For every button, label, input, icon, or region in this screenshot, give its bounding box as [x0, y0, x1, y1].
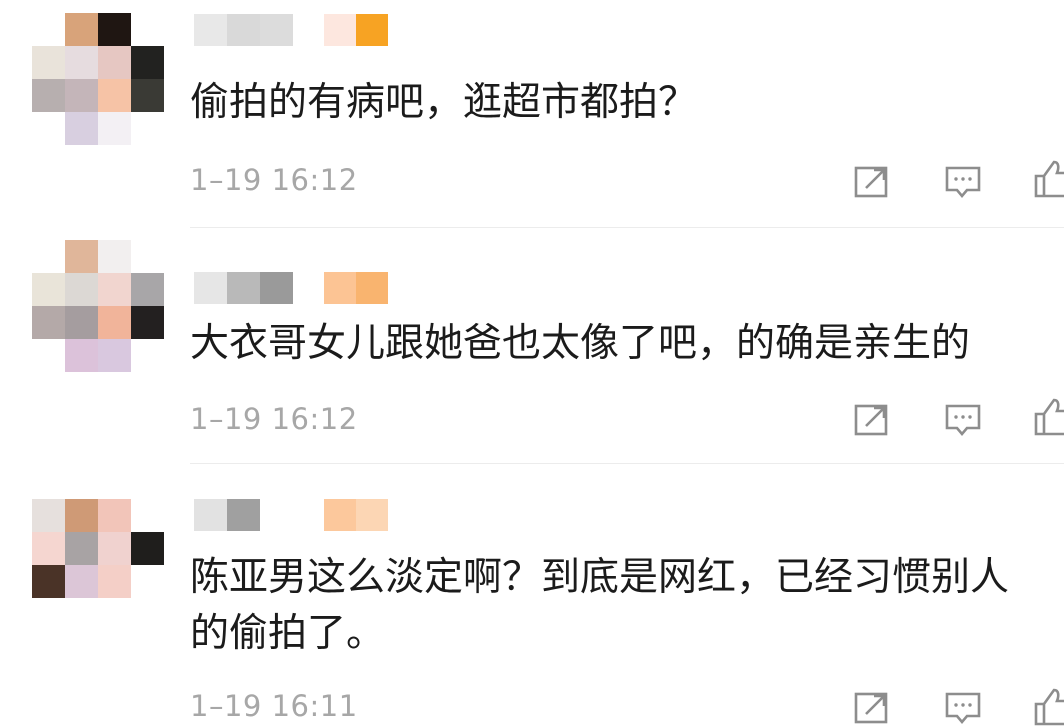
avatar-pixel [32, 565, 65, 598]
member-badge [324, 272, 388, 304]
username-pixel [194, 499, 227, 531]
comment-text: 偷拍的有病吧，逛超市都拍？ [190, 80, 698, 125]
badge-pixel [356, 14, 388, 46]
avatar-pixel [32, 532, 65, 565]
comment-item: 偷拍的有病吧，逛超市都拍？ 1–19 16:12 [0, 0, 1064, 228]
username-redacted[interactable] [194, 272, 293, 304]
avatar-pixel [131, 565, 164, 598]
avatar-pixel [32, 273, 65, 306]
comment-text: 陈亚男这么淡定啊？到底是网红，已经习惯别人 的偷拍了。 [190, 555, 1010, 656]
avatar-pixel [131, 499, 164, 532]
avatar-pixel [65, 339, 98, 372]
avatar-pixel [65, 240, 98, 273]
badge-pixel [324, 499, 356, 531]
avatar-pixel [131, 79, 164, 112]
avatar-pixel [65, 306, 98, 339]
comment-item: 大衣哥女儿跟她爸也太像了吧，的确是亲生的 1–19 16:12 [0, 228, 1064, 464]
badge-pixel [356, 499, 388, 531]
avatar-pixel [131, 273, 164, 306]
avatar-pixel [98, 306, 131, 339]
thumbs-up-icon[interactable] [1032, 686, 1064, 726]
avatar-pixel [32, 499, 65, 532]
comment-timestamp: 1–19 16:11 [190, 689, 358, 723]
member-badge [324, 499, 388, 531]
share-icon[interactable] [852, 400, 892, 440]
thumbs-up-icon[interactable] [1032, 158, 1064, 198]
avatar-pixel [65, 13, 98, 46]
avatar-pixel [131, 13, 164, 46]
avatar-pixel [98, 273, 131, 306]
avatar-pixel [131, 240, 164, 273]
avatar-pixel [65, 79, 98, 112]
avatar-pixel [65, 112, 98, 145]
avatar-pixel [32, 306, 65, 339]
username-pixel [227, 14, 260, 46]
username-pixel [227, 499, 260, 531]
avatar-pixel [65, 499, 98, 532]
avatar[interactable] [32, 240, 164, 372]
username-redacted[interactable] [194, 14, 293, 46]
avatar-pixel [98, 565, 131, 598]
avatar-pixel [98, 240, 131, 273]
badge-pixel [356, 272, 388, 304]
comment-item: 陈亚男这么淡定啊？到底是网红，已经习惯别人 的偷拍了。 1–19 16:11 [0, 464, 1064, 726]
avatar-pixel [32, 46, 65, 79]
thumbs-up-icon[interactable] [1032, 396, 1064, 436]
username-pixel [194, 14, 227, 46]
comment-text: 大衣哥女儿跟她爸也太像了吧，的确是亲生的 [190, 321, 971, 366]
comment-icon[interactable] [943, 688, 983, 728]
avatar-pixel [131, 112, 164, 145]
member-badge [324, 14, 388, 46]
avatar-pixel [32, 240, 65, 273]
avatar-pixel [131, 306, 164, 339]
avatar-pixel [65, 565, 98, 598]
avatar-pixel [32, 79, 65, 112]
avatar[interactable] [32, 13, 164, 145]
avatar-pixel [98, 46, 131, 79]
avatar-pixel [131, 532, 164, 565]
share-icon[interactable] [852, 162, 892, 202]
share-icon[interactable] [852, 688, 892, 728]
avatar-pixel [131, 46, 164, 79]
badge-pixel [324, 14, 356, 46]
avatar-pixel [65, 273, 98, 306]
comment-icon[interactable] [943, 400, 983, 440]
avatar-pixel [98, 112, 131, 145]
username-pixel [260, 272, 293, 304]
avatar-pixel [98, 339, 131, 372]
avatar-pixel [32, 13, 65, 46]
avatar-pixel [131, 339, 164, 372]
avatar-pixel [32, 112, 65, 145]
avatar-pixel [65, 532, 98, 565]
username-pixel [260, 14, 293, 46]
comment-timestamp: 1–19 16:12 [190, 402, 358, 436]
username-pixel [227, 272, 260, 304]
username-redacted[interactable] [194, 499, 260, 531]
avatar-pixel [65, 46, 98, 79]
avatar-pixel [98, 499, 131, 532]
avatar-pixel [98, 79, 131, 112]
badge-pixel [324, 272, 356, 304]
comment-timestamp: 1–19 16:12 [190, 163, 358, 197]
username-pixel [194, 272, 227, 304]
avatar-pixel [98, 13, 131, 46]
avatar-pixel [32, 339, 65, 372]
avatar[interactable] [32, 499, 164, 598]
comment-icon[interactable] [943, 162, 983, 202]
avatar-pixel [98, 532, 131, 565]
